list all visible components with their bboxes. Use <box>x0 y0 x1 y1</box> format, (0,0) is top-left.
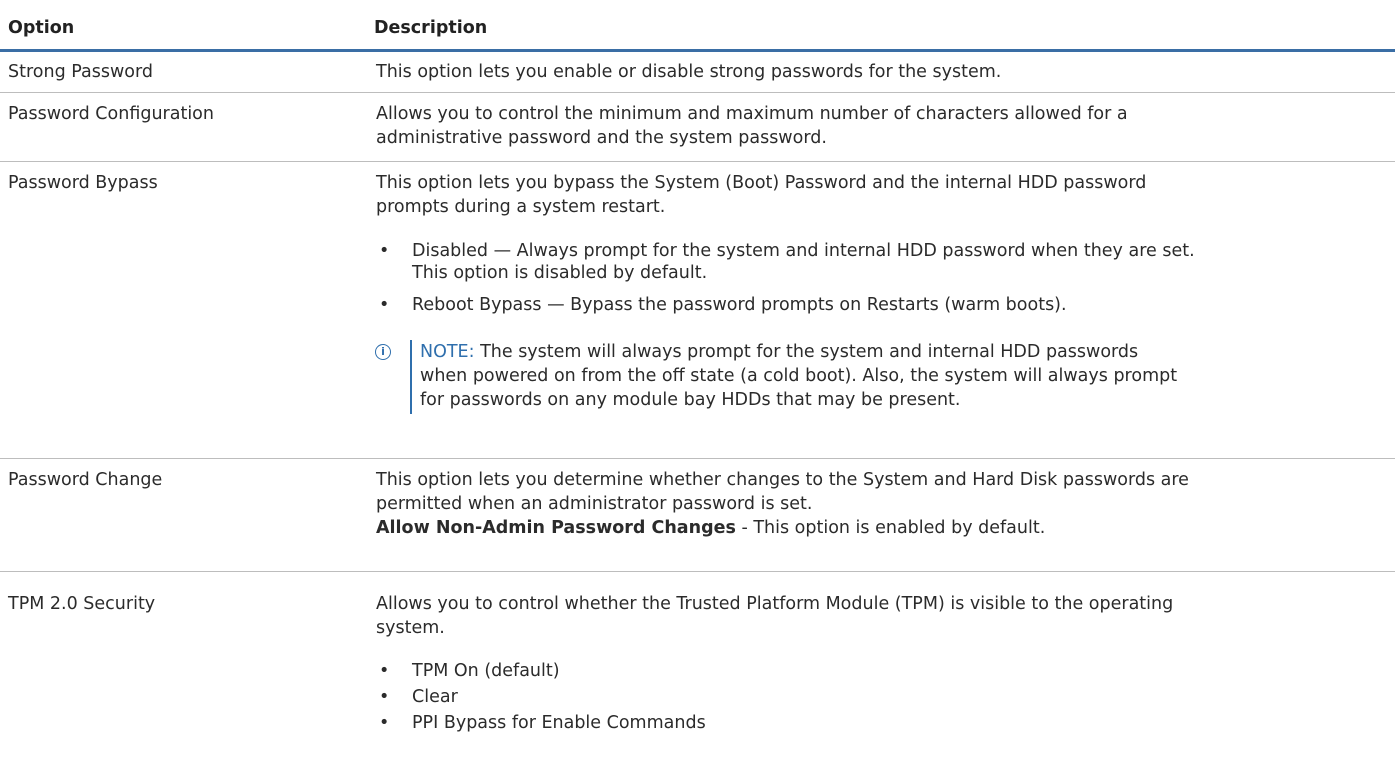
option-password-configuration: Password Configuration <box>8 104 214 124</box>
table-row-password-bypass: Password Bypass This option lets you byp… <box>0 162 1395 459</box>
note-label: NOTE: <box>420 342 475 362</box>
note-line1: The system will always prompt for the sy… <box>474 342 1139 362</box>
option-tpm-security: TPM 2.0 Security <box>8 594 156 614</box>
bullet-dot: • <box>379 241 390 261</box>
description-text-line2: prompts during a system restart. <box>376 197 666 217</box>
list-item: • Disabled — Always prompt for the syste… <box>376 240 1366 284</box>
info-icon: i <box>375 344 391 360</box>
setting-name: Allow Non-Admin Password Changes <box>376 518 736 538</box>
option-strong-password: Strong Password <box>8 62 153 82</box>
note-line2: when powered on from the off state (a co… <box>420 366 1178 386</box>
description-text-line1: This option lets you bypass the System (… <box>376 173 1147 193</box>
note-block: i NOTE: The system will always prompt fo… <box>375 340 1366 414</box>
list-item-line2: This option is disabled by default. <box>412 263 708 283</box>
description-text-line1: Allows you to control the minimum and ma… <box>376 104 1128 124</box>
list-item: • PPI Bypass for Enable Commands <box>376 712 1366 734</box>
table-row-strong-password: Strong Password This option lets you ena… <box>0 52 1395 93</box>
description-password-bypass: This option lets you bypass the System (… <box>375 171 1366 414</box>
description-text-line2: permitted when an administrator password… <box>376 494 813 514</box>
note-line3: for passwords on any module bay HDDs tha… <box>420 390 961 410</box>
description-text-line2: system. <box>376 618 445 638</box>
setting-description: - This option is enabled by default. <box>735 518 1046 538</box>
description-password-configuration: Allows you to control the minimum and ma… <box>376 102 1366 150</box>
description-text-line1: Allows you to control whether the Truste… <box>376 594 1174 614</box>
setting-line: Allow Non-Admin Password Changes - This … <box>376 516 1366 540</box>
description-strong-password: This option lets you enable or disable s… <box>376 60 1366 84</box>
list-item-text: Clear <box>412 687 458 707</box>
list-item-line1: Reboot Bypass — Bypass the password prom… <box>412 295 1067 315</box>
bullet-dot: • <box>379 687 390 707</box>
note-text: NOTE: The system will always prompt for … <box>420 340 1366 412</box>
option-password-bypass: Password Bypass <box>8 173 158 193</box>
list-item-text: TPM On (default) <box>412 661 560 681</box>
option-password-change: Password Change <box>8 470 163 490</box>
table-row-password-configuration: Password Configuration Allows you to con… <box>0 93 1395 162</box>
table-row-tpm-security: TPM 2.0 Security Allows you to control w… <box>0 572 1395 782</box>
bullet-dot: • <box>379 295 390 315</box>
description-text: This option lets you enable or disable s… <box>376 62 1002 82</box>
header-option: Option <box>8 18 75 38</box>
description-tpm-security: Allows you to control whether the Truste… <box>376 592 1366 734</box>
list-item: • TPM On (default) <box>376 660 1366 682</box>
options-table: Option Description Strong Password This … <box>0 0 1395 782</box>
tpm-options-list: • TPM On (default) • Clear • PPI Bypass … <box>376 660 1366 734</box>
description-text-line1: This option lets you determine whether c… <box>376 470 1189 490</box>
description-text-line2: administrative password and the system p… <box>376 128 827 148</box>
description-password-change: This option lets you determine whether c… <box>376 468 1366 540</box>
header-description: Description <box>374 18 488 38</box>
table-row-password-change: Password Change This option lets you det… <box>0 459 1395 572</box>
note-accent-bar <box>410 340 412 414</box>
list-item-text: PPI Bypass for Enable Commands <box>412 713 706 733</box>
list-item: • Clear <box>376 686 1366 708</box>
list-item-line1: Disabled — Always prompt for the system … <box>412 241 1195 261</box>
list-item: • Reboot Bypass — Bypass the password pr… <box>376 294 1366 316</box>
bullet-dot: • <box>379 713 390 733</box>
bullet-dot: • <box>379 661 390 681</box>
table-header: Option Description <box>0 0 1395 52</box>
bypass-options-list: • Disabled — Always prompt for the syste… <box>376 240 1366 316</box>
